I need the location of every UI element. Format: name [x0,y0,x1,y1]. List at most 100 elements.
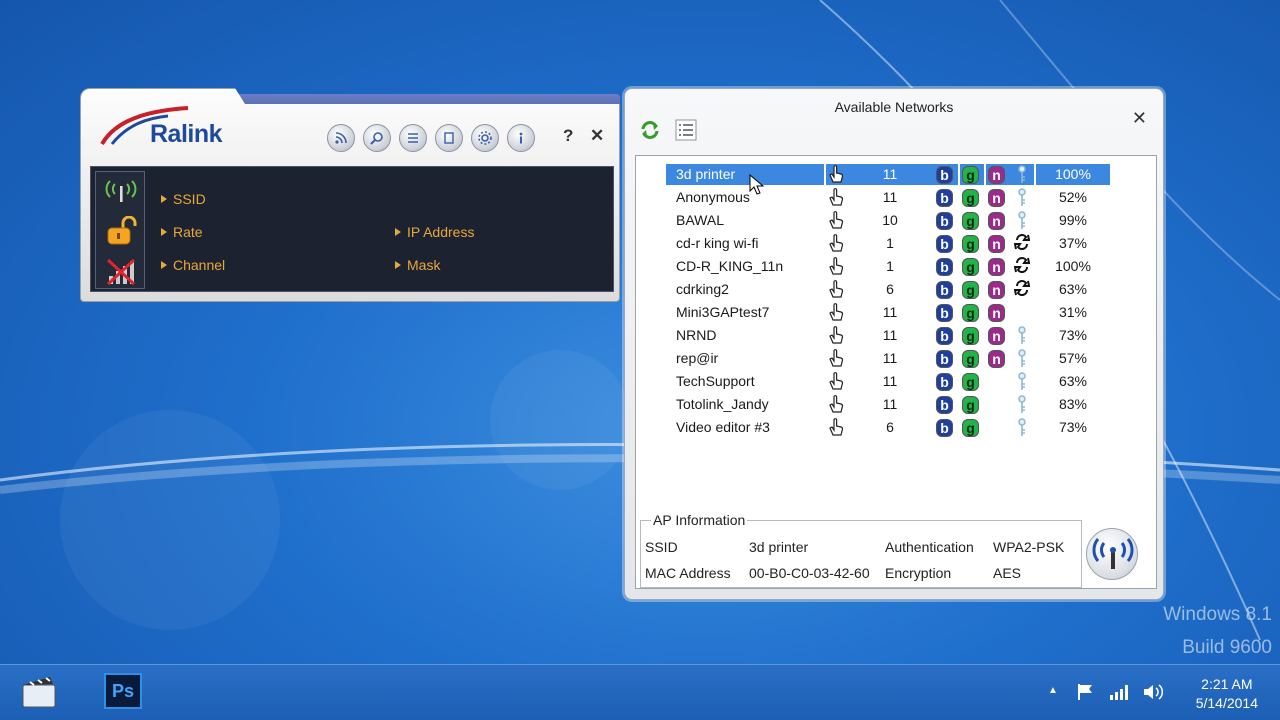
network-ssid: Anonymous [676,189,750,205]
connect-hand-icon[interactable] [826,279,846,300]
mode-n-icon: n [988,327,1005,345]
network-row[interactable]: Totolink_Jandy 11 b g 83% [666,394,1116,415]
unlock-icon [107,216,137,245]
mode-cell: g [960,417,984,438]
mode-b-icon: b [936,373,953,391]
rate-label: Rate [159,224,203,240]
rss-icon[interactable] [327,124,355,152]
list-view-icon[interactable] [675,119,697,141]
mode-cell: b [934,371,958,392]
settings-icon[interactable] [471,124,499,152]
connect-hand-icon[interactable] [826,371,846,392]
mode-cell: b [934,325,958,346]
close-button[interactable]: ✕ [590,126,604,146]
connect-button[interactable] [1086,528,1138,580]
connect-hand-icon[interactable] [826,325,846,346]
connect-hand-icon[interactable] [826,210,846,231]
mode-cell: b [934,279,958,300]
network-row[interactable]: CD-R_KING_11n 1 b g n 100% [666,256,1116,277]
mask-label: Mask [393,257,440,273]
mode-cell: b [934,164,958,185]
mode-g-icon: g [962,396,979,414]
mode-cell: b [934,348,958,369]
connect-hand-icon[interactable] [826,417,846,438]
volume-icon[interactable] [1142,683,1164,701]
network-row[interactable]: Anonymous 11 b g n 52% [666,187,1116,208]
network-signal: 99% [1058,212,1088,228]
ap-mac-value: 00-B0-C0-03-42-60 [749,565,870,581]
mode-cell: g [960,325,984,346]
mode-b-icon: b [936,258,953,276]
ralink-window: Ralink ? ✕ SSID Rate Channel IP Address … [80,88,628,302]
mouse-cursor-icon [749,174,765,195]
ap-auth-label: Authentication [885,539,974,555]
network-channel: 6 [886,281,894,297]
mode-cell: n [986,187,1010,208]
ap-enc-value: AES [993,565,1022,581]
network-row[interactable]: Mini3GAPtest7 11 b g n 31% [666,302,1116,323]
system-clock[interactable]: 2:21 AM 5/14/2014 [1196,675,1258,713]
search-icon[interactable] [363,124,391,152]
page-icon[interactable] [435,124,463,152]
available-networks-window: Available Networks ✕ 3d printer 11 b g n 100%… [624,88,1164,600]
mode-g-icon: g [962,212,979,230]
mode-cell: b [934,394,958,415]
network-signal: 63% [1058,281,1088,297]
refresh-icon[interactable] [639,119,661,141]
info-icon[interactable] [507,124,535,152]
list-icon[interactable] [399,124,427,152]
network-channel: 11 [882,373,898,389]
mode-cell: n [986,279,1010,300]
network-row[interactable]: cdrking2 6 b g n 63% [666,279,1116,300]
ap-ssid-label: SSID [645,539,678,555]
network-row[interactable]: 3d printer 11 b g n 100% [666,164,1116,185]
network-row[interactable]: NRND 11 b g n 73% [666,325,1116,346]
network-channel: 11 [882,189,898,205]
network-row[interactable]: Video editor #3 6 b g 73% [666,417,1116,438]
network-channel: 10 [882,212,898,228]
mode-g-icon: g [962,189,979,207]
network-row[interactable]: cd-r king wi-fi 1 b g n 37% [666,233,1116,254]
close-button[interactable]: ✕ [1132,108,1147,129]
windows-version-watermark: Windows 8.1 [1163,604,1272,625]
media-center-icon[interactable] [20,673,58,711]
mode-cell: b [934,417,958,438]
mode-b-icon: b [936,304,953,322]
mode-cell: n [986,348,1010,369]
network-list[interactable]: 3d printer 11 b g n 100% Anonymous 11 b g n 52% BAWA… [635,155,1157,589]
network-signal: 37% [1058,235,1088,251]
connect-hand-icon[interactable] [826,233,846,254]
show-hidden-icons-icon[interactable]: ▲ [1048,685,1058,696]
network-signal: 31% [1058,304,1088,320]
ralink-logo-text: Ralink [150,120,223,148]
network-row[interactable]: TechSupport 11 b g 63% [666,371,1116,392]
action-center-flag-icon[interactable] [1076,683,1096,701]
network-ssid: 3d printer [666,164,824,185]
network-ssid: Video editor #3 [676,419,770,435]
mode-cell: b [934,256,958,277]
network-signal: 73% [1058,419,1088,435]
network-row[interactable]: rep@ir 11 b g n 57% [666,348,1116,369]
connect-hand-icon[interactable] [826,394,846,415]
ap-info-legend: AP Information [651,512,748,528]
connect-hand-icon[interactable] [826,256,846,277]
mode-b-icon: b [936,327,953,345]
photoshop-icon[interactable]: Ps [104,673,142,709]
help-button[interactable]: ? [563,126,573,146]
connect-hand-icon[interactable] [826,187,846,208]
connect-hand-icon[interactable] [826,164,846,185]
taskbar: Ps ▲ 2:21 AM 5/14/2014 [0,664,1280,720]
network-status-icon[interactable] [1108,683,1130,701]
status-icon-column [95,171,145,289]
connect-hand-icon[interactable] [826,348,846,369]
mode-cell: g [960,302,984,323]
ip-address-label: IP Address [393,224,474,240]
network-channel: 1 [886,235,894,251]
connect-hand-icon[interactable] [826,302,846,323]
network-ssid: CD-R_KING_11n [676,258,784,274]
wps-icon [1010,279,1034,300]
mode-cell: n [986,256,1010,277]
key-icon [1010,187,1034,208]
network-row[interactable]: BAWAL 10 b g n 99% [666,210,1116,231]
network-channel: 11 [882,327,898,343]
